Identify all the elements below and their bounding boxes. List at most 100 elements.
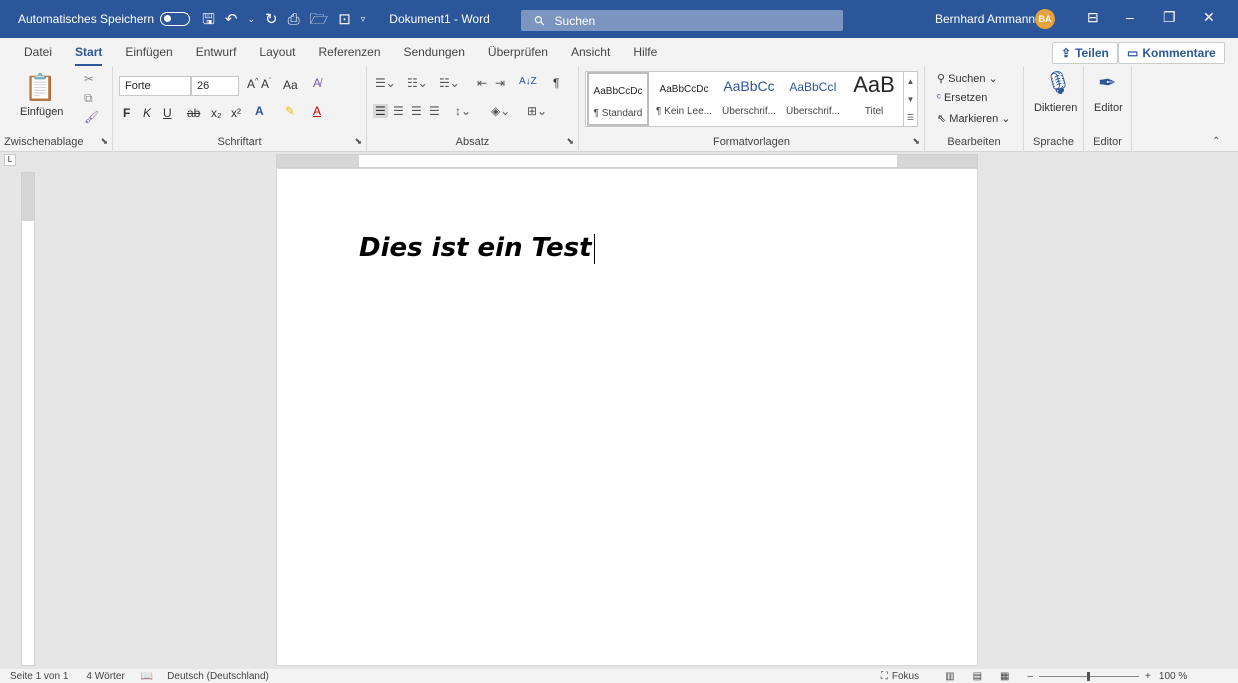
- format-painter-icon[interactable]: 🖌: [84, 110, 99, 124]
- focus-button[interactable]: Fokus: [892, 671, 919, 682]
- autosave-toggle[interactable]: [160, 12, 191, 26]
- sort-button[interactable]: A↓Z: [519, 76, 537, 87]
- show-formatting-button[interactable]: ¶: [553, 76, 559, 90]
- align-center-icon[interactable]: ☰: [393, 104, 404, 118]
- read-mode-icon[interactable]: ▥: [945, 671, 954, 682]
- comments-button[interactable]: ▭ Kommentare: [1118, 42, 1225, 64]
- document-text[interactable]: Dies ist ein Test: [359, 233, 592, 263]
- zoom-level[interactable]: 100 %: [1159, 671, 1187, 682]
- font-color-icon[interactable]: A: [313, 104, 321, 118]
- borders-icon[interactable]: ⊞⌄: [527, 104, 547, 118]
- document-body[interactable]: Dies ist ein Test: [359, 233, 595, 264]
- editor-button[interactable]: Editor: [1094, 102, 1123, 114]
- collapse-ribbon-icon[interactable]: ⌃: [1212, 136, 1220, 147]
- font-size-box[interactable]: 26: [191, 76, 239, 96]
- touch-mode-icon[interactable]: ⊡: [338, 12, 351, 27]
- chevron-down-icon[interactable]: ▼: [907, 95, 915, 104]
- search-box[interactable]: ⚲ Suchen: [521, 10, 843, 31]
- tab-hilfe[interactable]: Hilfe: [633, 41, 657, 63]
- underline-button[interactable]: U: [163, 106, 172, 120]
- line-spacing-icon[interactable]: ↕⌄: [455, 104, 471, 118]
- save-icon[interactable]: 🖫: [202, 12, 215, 27]
- tab-einfuegen[interactable]: Einfügen: [125, 41, 172, 63]
- avatar[interactable]: BA: [1035, 9, 1055, 29]
- numbering-icon[interactable]: ☷⌄: [407, 76, 428, 90]
- close-icon[interactable]: ✕: [1203, 9, 1215, 26]
- align-left-icon[interactable]: ☰: [373, 104, 388, 118]
- undo-icon[interactable]: ↶: [225, 12, 238, 27]
- cut-icon[interactable]: ✂: [84, 72, 94, 86]
- subscript-button[interactable]: x₂: [211, 106, 222, 120]
- replace-button[interactable]: ᶜ Ersetzen: [937, 92, 987, 104]
- tab-ansicht[interactable]: Ansicht: [571, 41, 610, 63]
- microphone-icon[interactable]: 🎙: [1044, 70, 1072, 96]
- styles-launcher-icon[interactable]: ⬊: [912, 136, 920, 147]
- bold-button[interactable]: F: [123, 106, 130, 120]
- horizontal-ruler[interactable]: [276, 154, 978, 168]
- decrease-indent-icon[interactable]: ⇤: [477, 76, 487, 90]
- user-name[interactable]: Bernhard Ammann: [935, 12, 1035, 26]
- clipboard-launcher-icon[interactable]: ⬊: [100, 136, 108, 147]
- web-layout-icon[interactable]: ▦: [1000, 671, 1009, 682]
- tab-start[interactable]: Start: [75, 41, 103, 66]
- style-no-spacing[interactable]: AaBbCcDc ¶ Kein Lee...: [651, 72, 717, 126]
- undo-dropdown-icon[interactable]: ⌄: [247, 14, 255, 24]
- highlight-icon[interactable]: ✎: [285, 104, 295, 118]
- italic-button[interactable]: K: [143, 106, 151, 120]
- find-button[interactable]: ⚲ Suchen ⌄: [937, 72, 998, 85]
- select-button[interactable]: ⇖ Markieren ⌄: [937, 112, 1010, 125]
- tab-selector[interactable]: L: [4, 154, 16, 166]
- editor-icon[interactable]: ✒: [1098, 70, 1116, 96]
- style-standard[interactable]: AaBbCcDc ¶ Standard: [587, 72, 649, 126]
- proofing-icon[interactable]: 📖: [141, 671, 153, 682]
- print-layout-icon[interactable]: ▤: [973, 671, 982, 682]
- copy-icon[interactable]: ⧉: [84, 91, 93, 106]
- chevron-up-icon[interactable]: ▲: [907, 77, 915, 86]
- font-name-box[interactable]: Forte: [119, 76, 191, 96]
- grow-font-button[interactable]: A^ Aˇ: [247, 77, 271, 91]
- tab-ueberpruefen[interactable]: Überprüfen: [488, 41, 548, 63]
- language[interactable]: Deutsch (Deutschland): [167, 671, 269, 682]
- more-styles-icon[interactable]: ☰: [907, 113, 914, 122]
- tab-sendungen[interactable]: Sendungen: [404, 41, 465, 63]
- word-count[interactable]: 4 Wörter: [86, 671, 124, 682]
- increase-indent-icon[interactable]: ⇥: [495, 76, 505, 90]
- tab-entwurf[interactable]: Entwurf: [196, 41, 237, 63]
- zoom-slider[interactable]: [1039, 671, 1140, 681]
- document-page[interactable]: Dies ist ein Test: [276, 168, 978, 666]
- styles-scroll[interactable]: ▲ ▼ ☰: [903, 72, 917, 126]
- style-title[interactable]: AaB Titel: [845, 72, 903, 126]
- paragraph-launcher-icon[interactable]: ⬊: [566, 136, 574, 147]
- minimize-icon[interactable]: –: [1126, 9, 1134, 25]
- font-launcher-icon[interactable]: ⬊: [354, 136, 362, 147]
- strikethrough-button[interactable]: ab: [187, 106, 200, 120]
- redo-icon[interactable]: ↻: [265, 12, 278, 27]
- print-preview-icon[interactable]: ⎙: [288, 12, 300, 27]
- shading-icon[interactable]: ◈⌄: [491, 104, 510, 118]
- superscript-button[interactable]: x²: [231, 106, 241, 120]
- tab-layout[interactable]: Layout: [259, 41, 295, 63]
- zoom-in-icon[interactable]: +: [1145, 671, 1151, 682]
- clear-formatting-icon[interactable]: A̸: [313, 76, 321, 90]
- style-heading-2[interactable]: AaBbCcI Überschrif...: [781, 72, 845, 126]
- change-case-button[interactable]: Aa: [283, 78, 298, 92]
- align-right-icon[interactable]: ☰: [411, 104, 422, 118]
- page-count[interactable]: Seite 1 von 1: [10, 671, 68, 682]
- tab-datei[interactable]: Datei: [24, 41, 52, 63]
- restore-icon[interactable]: ❐: [1163, 9, 1176, 26]
- share-button[interactable]: ⇪ Teilen: [1052, 42, 1118, 64]
- tab-referenzen[interactable]: Referenzen: [318, 41, 380, 63]
- paste-icon[interactable]: 📋: [24, 72, 56, 103]
- paste-button[interactable]: Einfügen: [20, 106, 63, 118]
- dictate-button[interactable]: Diktieren: [1034, 102, 1077, 114]
- vertical-ruler[interactable]: [21, 172, 35, 666]
- ribbon-display-options-icon[interactable]: ⊟: [1087, 9, 1099, 26]
- open-folder-icon[interactable]: 🗁: [310, 12, 329, 27]
- style-heading-1[interactable]: AaBbCc Überschrif...: [717, 72, 781, 126]
- multilevel-list-icon[interactable]: ☵⌄: [439, 76, 460, 90]
- justify-icon[interactable]: ☰: [429, 104, 440, 118]
- customize-qat-icon[interactable]: ▿: [361, 14, 366, 24]
- zoom-out-icon[interactable]: –: [1027, 671, 1033, 682]
- text-effects-icon[interactable]: A: [255, 104, 264, 118]
- bullets-icon[interactable]: ☰⌄: [375, 76, 396, 90]
